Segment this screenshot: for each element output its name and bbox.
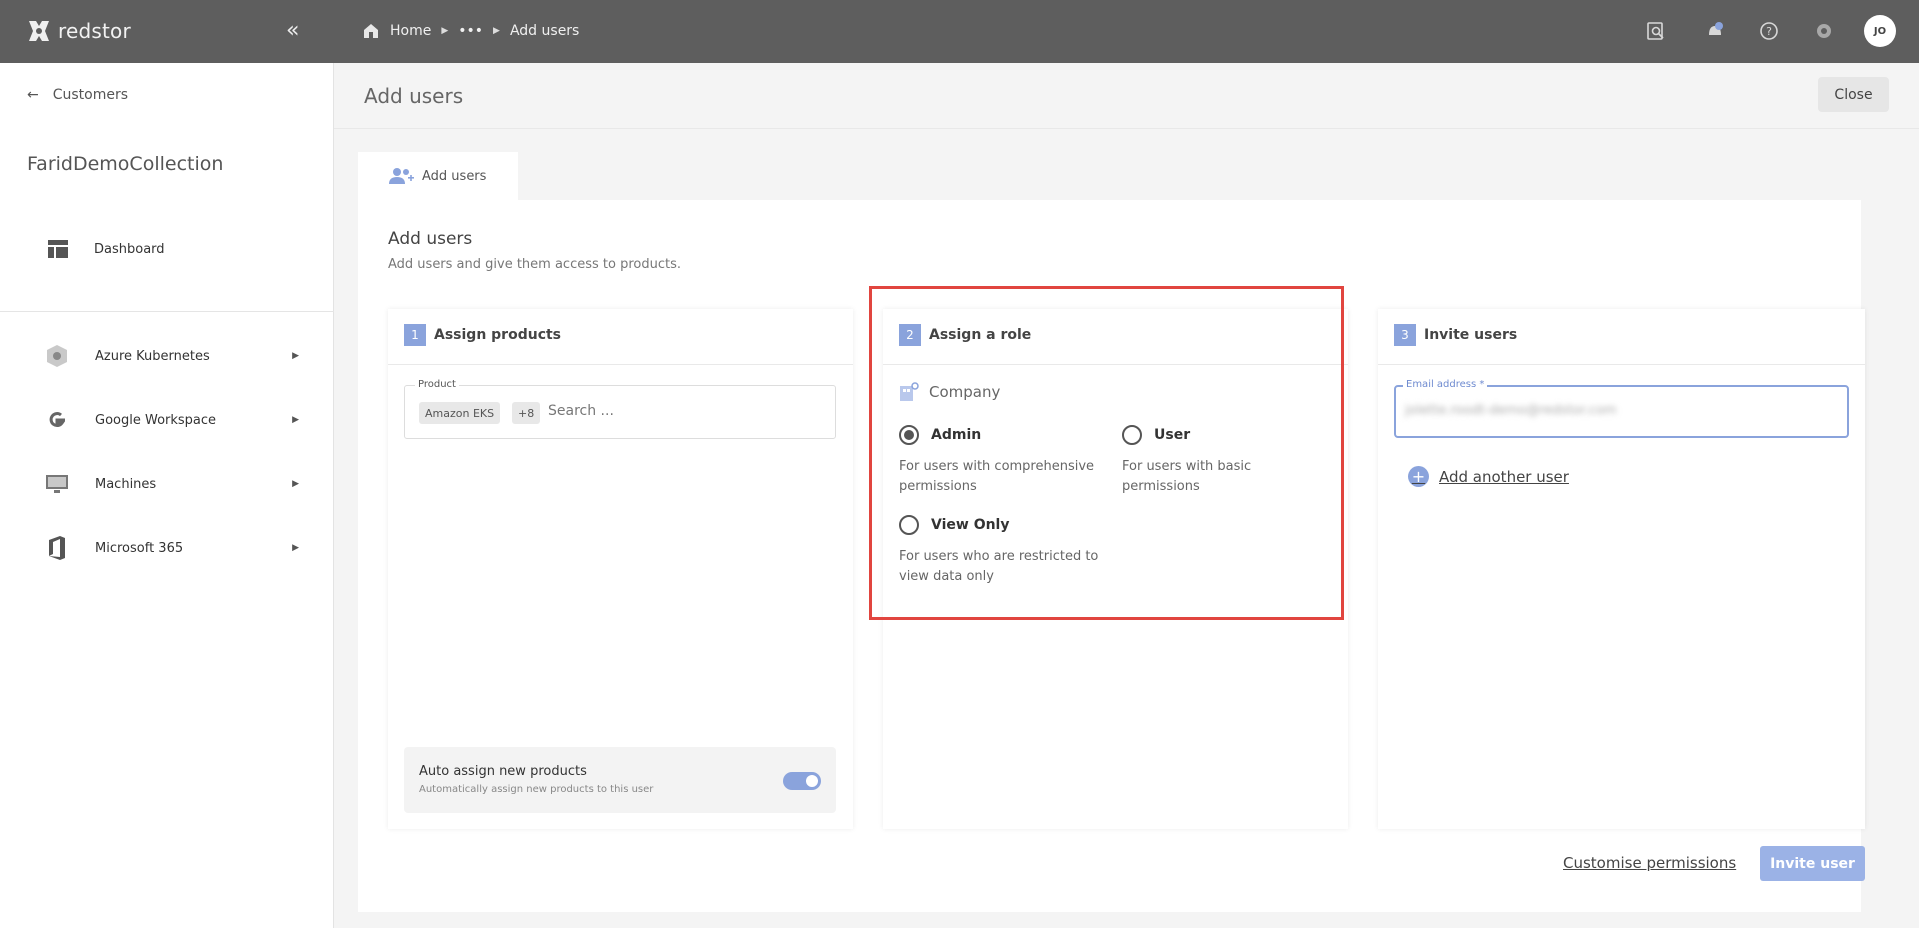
sidebar-item-azure-kubernetes[interactable]: Azure Kubernetes ▶ xyxy=(44,343,299,369)
more-products-chip[interactable]: +8 xyxy=(512,402,541,424)
notifications-icon[interactable] xyxy=(1704,20,1726,42)
google-icon xyxy=(44,407,70,433)
collapse-sidebar-icon[interactable]: « xyxy=(286,18,299,43)
email-label: Email address * xyxy=(1403,379,1488,390)
sidebar-item-machines[interactable]: Machines ▶ xyxy=(44,471,299,497)
breadcrumb-home[interactable]: Home xyxy=(390,23,431,39)
breadcrumb-separator-icon: ▶ xyxy=(493,26,500,36)
sidebar-item-label: Azure Kubernetes xyxy=(95,348,210,364)
sidebar-item-dashboard[interactable]: Dashboard xyxy=(48,240,165,258)
card-header: 3 Invite users xyxy=(1394,324,1517,346)
arrow-left-icon: ← xyxy=(27,87,39,103)
breadcrumb-current: Add users xyxy=(509,23,580,39)
monitor-icon xyxy=(44,471,70,497)
step-number: 3 xyxy=(1394,324,1416,346)
customise-permissions-link[interactable]: Customise permissions xyxy=(1563,854,1736,872)
users-add-icon xyxy=(389,168,414,184)
brand-name: redstor xyxy=(58,19,131,43)
page-title: Add users xyxy=(364,84,464,108)
section-title: Add users xyxy=(388,229,473,249)
sidebar-item-microsoft-365[interactable]: Microsoft 365 ▶ xyxy=(44,535,299,561)
top-bar: redstor « Home ▶ ••• ▶ Add users ? JO xyxy=(0,0,1919,63)
card-divider xyxy=(1378,364,1865,365)
header-divider xyxy=(334,128,1919,129)
add-another-user-button[interactable]: + Add another user xyxy=(1408,466,1569,487)
assign-products-card: 1 Assign products Product Amazon EKS +8 … xyxy=(388,309,853,829)
settings-icon[interactable] xyxy=(1813,20,1835,42)
breadcrumb-ellipsis[interactable]: ••• xyxy=(458,23,483,39)
caret-right-icon: ▶ xyxy=(292,543,299,553)
sidebar-item-label: Microsoft 365 xyxy=(95,540,184,556)
avatar[interactable]: JO xyxy=(1864,15,1896,47)
product-label: Product xyxy=(415,379,459,390)
caret-right-icon: ▶ xyxy=(292,415,299,425)
caret-right-icon: ▶ xyxy=(292,479,299,489)
toggle-knob xyxy=(806,775,818,787)
redstor-logo[interactable]: redstor xyxy=(26,18,131,44)
sidebar-item-label: Google Workspace xyxy=(95,412,217,428)
sidebar-item-google-workspace[interactable]: Google Workspace ▶ xyxy=(44,407,299,433)
back-label: Customers xyxy=(52,87,129,103)
auto-assign-subtitle: Automatically assign new products to thi… xyxy=(419,784,654,795)
home-icon[interactable] xyxy=(362,22,380,40)
invite-users-card: 3 Invite users Email address * jolette.r… xyxy=(1378,309,1865,829)
invite-user-button[interactable]: Invite user xyxy=(1760,846,1865,881)
breadcrumb: Home ▶ ••• ▶ Add users xyxy=(362,22,579,40)
back-to-customers[interactable]: ← Customers xyxy=(27,87,128,103)
redstor-logo-icon xyxy=(29,21,49,41)
caret-right-icon: ▶ xyxy=(292,351,299,361)
dashboard-icon xyxy=(48,240,68,258)
step-number: 1 xyxy=(404,324,426,346)
sidebar-divider xyxy=(0,311,334,312)
office-icon xyxy=(44,535,70,561)
card-header: 1 Assign products xyxy=(404,324,561,346)
auto-assign-toggle[interactable] xyxy=(783,772,821,790)
kubernetes-icon xyxy=(44,343,70,369)
email-value[interactable]: jolette.roodt-demo@redstor.com xyxy=(1405,403,1617,418)
sidebar-item-label: Machines xyxy=(95,476,157,492)
sidebar-item-label: Dashboard xyxy=(94,241,165,257)
auto-assign-box: Auto assign new products Automatically a… xyxy=(404,747,836,813)
card-title: Assign products xyxy=(434,327,562,343)
email-field[interactable]: Email address * jolette.roodt-demo@redst… xyxy=(1394,379,1849,438)
add-another-label: Add another user xyxy=(1439,467,1569,486)
highlight-box xyxy=(869,286,1344,620)
card-divider xyxy=(388,364,853,365)
close-button[interactable]: Close xyxy=(1818,77,1889,112)
help-icon[interactable]: ? xyxy=(1758,20,1780,42)
product-search-input[interactable]: Search ... xyxy=(548,403,614,419)
tab-add-users[interactable]: Add users xyxy=(358,152,518,200)
tab-label: Add users xyxy=(422,168,487,184)
svg-text:?: ? xyxy=(1766,25,1772,38)
search-icon[interactable] xyxy=(1645,20,1667,42)
organization-name: FaridDemoCollection xyxy=(27,153,224,175)
product-select[interactable]: Product Amazon EKS +8 Search ... xyxy=(404,379,836,439)
breadcrumb-separator-icon: ▶ xyxy=(441,26,449,36)
plus-icon: + xyxy=(1408,466,1429,487)
section-subtitle: Add users and give them access to produc… xyxy=(388,257,681,272)
product-chip[interactable]: Amazon EKS xyxy=(419,402,501,424)
card-title: Invite users xyxy=(1424,327,1518,343)
sidebar: ← Customers FaridDemoCollection Dashboar… xyxy=(0,63,334,928)
auto-assign-title: Auto assign new products xyxy=(419,764,587,779)
